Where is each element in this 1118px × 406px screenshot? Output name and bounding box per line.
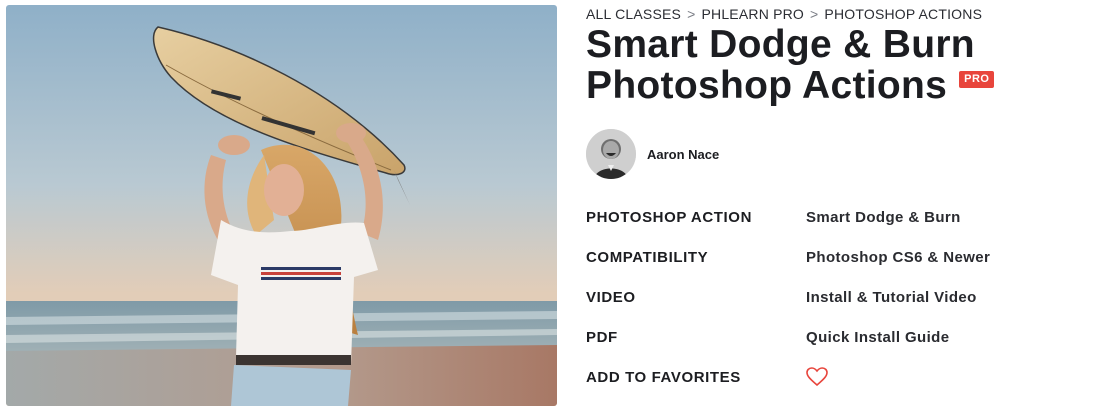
author[interactable]: Aaron Nace <box>586 128 719 180</box>
detail-value: Smart Dodge & Burn <box>806 209 961 226</box>
detail-row-video: VIDEO Install & Tutorial Video <box>586 281 1106 321</box>
detail-label: PDF <box>586 329 618 346</box>
detail-value: Quick Install Guide <box>806 329 950 346</box>
breadcrumb: ALL CLASSES > PHLEARN PRO > PHOTOSHOP ACTION… <box>586 6 982 22</box>
hero-image <box>6 5 557 406</box>
add-to-favorites-button[interactable] <box>806 367 828 387</box>
detail-label: PHOTOSHOP ACTION <box>586 209 753 226</box>
class-details-panel: ALL CLASSES > PHLEARN PRO > PHOTOSHOP ACTION… <box>586 0 1106 406</box>
page-title-line-1: Smart Dodge & Burn <box>586 23 975 66</box>
breadcrumb-link-photoshop-actions[interactable]: PHOTOSHOP ACTIONS <box>824 6 982 22</box>
detail-row-photoshop-action: PHOTOSHOP ACTION Smart Dodge & Burn <box>586 201 1106 241</box>
detail-value: Install & Tutorial Video <box>806 289 977 306</box>
detail-label: VIDEO <box>586 289 636 306</box>
avatar[interactable] <box>586 129 636 179</box>
class-details-list: PHOTOSHOP ACTION Smart Dodge & Burn COMP… <box>586 201 1106 401</box>
author-name[interactable]: Aaron Nace <box>647 147 719 162</box>
pro-badge: PRO <box>959 71 995 89</box>
detail-label: ADD TO FAVORITES <box>586 369 741 386</box>
breadcrumb-separator: > <box>810 6 819 22</box>
hero-photo-illustration <box>6 5 557 406</box>
detail-value: Photoshop CS6 & Newer <box>806 249 991 266</box>
page-title-line-2-wrapper: Photoshop Actions PRO <box>586 65 1106 106</box>
detail-label: COMPATIBILITY <box>586 249 709 266</box>
avatar-photo <box>586 129 636 179</box>
page-title: Smart Dodge & Burn Photoshop Actions PRO <box>586 24 1106 106</box>
page-title-line-2: Photoshop Actions <box>586 64 948 107</box>
heart-icon <box>806 367 828 387</box>
breadcrumb-separator: > <box>687 6 696 22</box>
detail-row-add-to-favorites: ADD TO FAVORITES <box>586 361 1106 401</box>
breadcrumb-link-all-classes[interactable]: ALL CLASSES <box>586 6 681 22</box>
detail-row-pdf: PDF Quick Install Guide <box>586 321 1106 361</box>
detail-row-compatibility: COMPATIBILITY Photoshop CS6 & Newer <box>586 241 1106 281</box>
breadcrumb-link-phlearn-pro[interactable]: PHLEARN PRO <box>701 6 804 22</box>
